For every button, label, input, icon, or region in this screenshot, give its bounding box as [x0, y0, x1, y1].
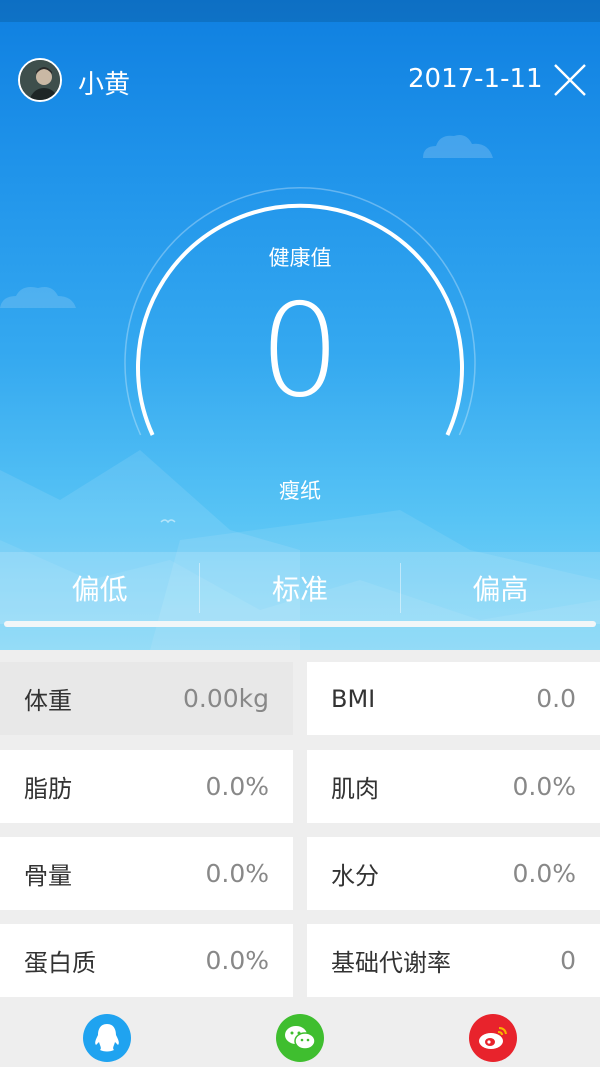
metric-value: 0.0% — [205, 859, 269, 888]
metric-label: 蛋白质 — [24, 949, 96, 977]
share-wechat-button[interactable] — [276, 1014, 324, 1062]
scale-normal[interactable]: 标准 — [200, 552, 399, 624]
body-status-text: 瘦纸 — [279, 479, 321, 503]
metric-label: 水分 — [331, 862, 379, 890]
metric-value: 0.00kg — [182, 684, 269, 713]
share-qq-button[interactable] — [83, 1014, 131, 1062]
avatar-image — [20, 60, 60, 100]
metric-label: BMI — [331, 684, 376, 713]
metric-value: 0.0% — [205, 772, 269, 801]
measure-date: 2017-1-11 — [408, 64, 543, 94]
metric-label: 基础代谢率 — [331, 949, 451, 977]
metric-value: 0.0% — [512, 859, 576, 888]
wechat-icon — [285, 1026, 316, 1050]
metric-value: 0.0% — [512, 772, 576, 801]
username: 小黄 — [78, 70, 131, 100]
metric-card-weight[interactable]: 体重 0.00kg — [0, 662, 293, 735]
metric-card-protein[interactable]: 蛋白质 0.0% — [0, 924, 293, 997]
metric-card-fat[interactable]: 脂肪 0.0% — [0, 750, 293, 823]
share-weibo-button[interactable] — [469, 1014, 517, 1062]
close-icon[interactable] — [552, 62, 588, 98]
health-score-label: 健康值 — [268, 246, 332, 270]
metric-value: 0.0% — [205, 946, 269, 975]
metric-value: 0.0 — [536, 684, 576, 713]
scale-high[interactable]: 偏高 — [401, 552, 600, 624]
metric-card-bmi[interactable]: BMI 0.0 — [307, 662, 600, 735]
user-avatar[interactable] — [18, 58, 62, 102]
health-progress-bar — [4, 621, 596, 627]
bird-decoration — [160, 519, 176, 524]
metric-label: 骨量 — [24, 862, 72, 890]
scale-low[interactable]: 偏低 — [0, 552, 199, 624]
metric-card-water[interactable]: 水分 0.0% — [307, 837, 600, 910]
health-score-value: 0 — [259, 277, 341, 426]
metric-card-bmr[interactable]: 基础代谢率 0 — [307, 924, 600, 997]
health-scale-bar: 偏低 标准 偏高 — [0, 552, 600, 624]
metric-card-bone[interactable]: 骨量 0.0% — [0, 837, 293, 910]
health-hero-panel: 小黄 2017-1-11 健康值 0 瘦纸 偏低 标准 偏高 — [0, 0, 600, 650]
metric-label: 体重 — [24, 687, 72, 715]
qq-icon — [95, 1024, 119, 1052]
weibo-icon — [479, 1027, 507, 1049]
metric-card-muscle[interactable]: 肌肉 0.0% — [307, 750, 600, 823]
metric-label: 肌肉 — [331, 775, 379, 803]
status-bar — [0, 0, 600, 22]
metric-label: 脂肪 — [24, 775, 72, 803]
metric-value: 0 — [560, 946, 576, 975]
